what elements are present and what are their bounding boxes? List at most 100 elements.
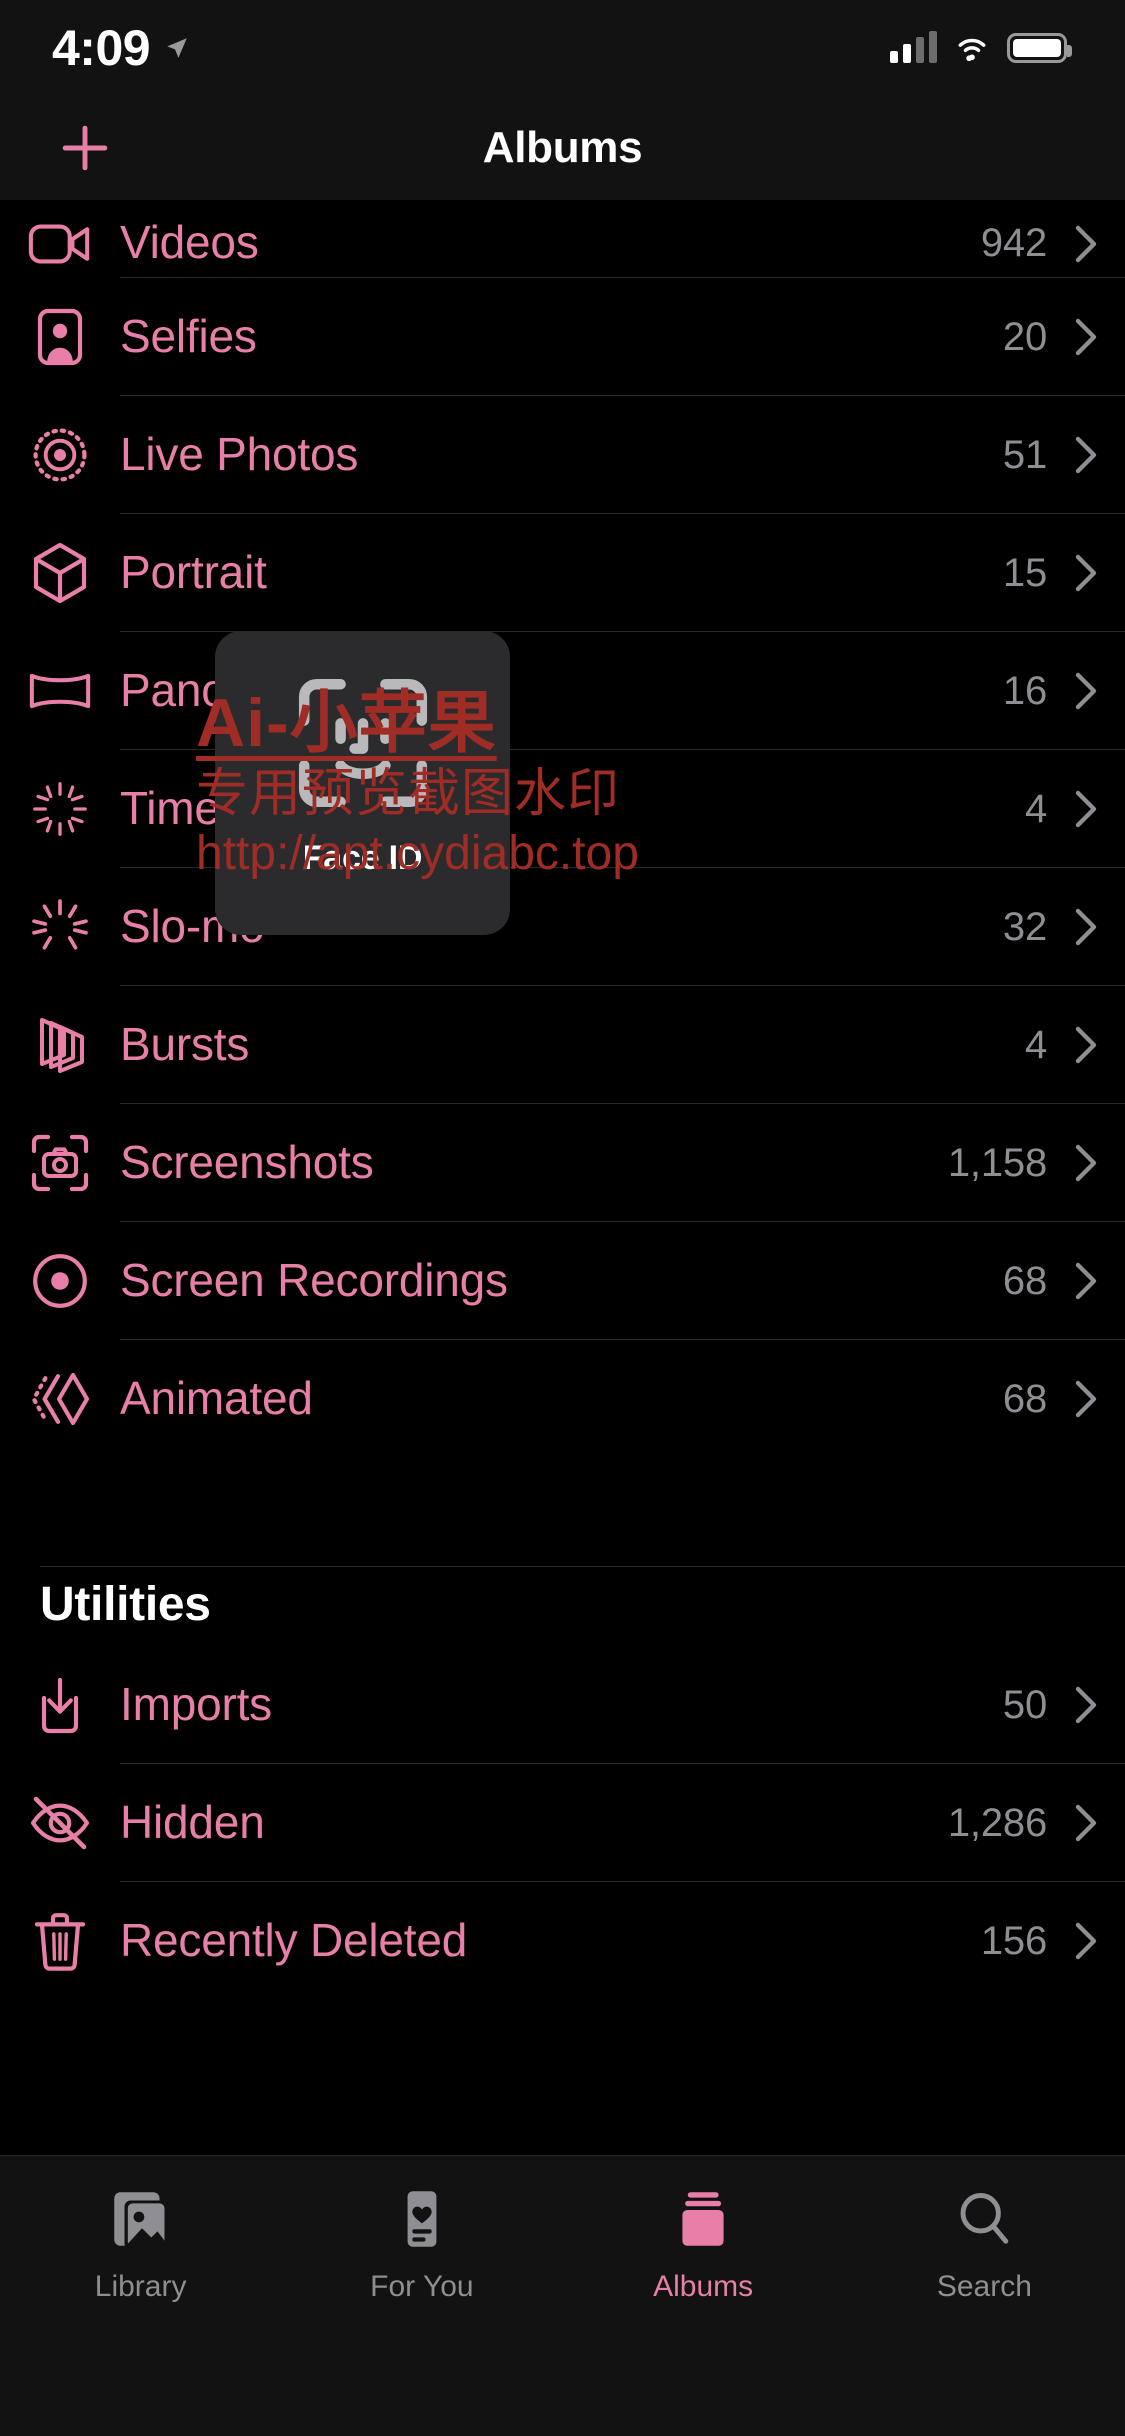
status-bar-right [890,31,1072,63]
faceid-bracket-icon [298,678,427,808]
add-album-button[interactable] [30,96,140,200]
list-item-label: Animated [120,1371,313,1424]
chevron-right-icon [1069,671,1125,711]
magnifier-icon [949,2182,1019,2256]
list-item-label: Videos [120,216,259,269]
albums-list[interactable]: Videos 942 Selfies 20 Live Photos 51 Por… [0,200,1125,2155]
list-item-count: 4 [1024,1022,1047,1067]
face-id-dialog: Face ID [215,631,510,935]
list-item-panoramas[interactable]: Panoramas 16 [0,632,1125,750]
tab-bar: Library For You Albums Search [0,2155,1125,2436]
list-item-label: Imports [120,1677,272,1730]
list-item-label: Screen Recordings [120,1253,508,1306]
list-item-count: 1,286 [947,1800,1047,1845]
cube-icon [0,541,120,605]
timelapse-icon [0,778,120,840]
eye-slash-icon [0,1796,120,1850]
location-arrow-icon [167,38,187,58]
list-item-count: 68 [1002,1376,1047,1421]
list-item-count: 16 [1002,668,1047,713]
list-item-selfies[interactable]: Selfies 20 [0,278,1125,396]
tab-albums[interactable]: Albums [563,2182,844,2304]
cellular-bars-icon [890,31,937,63]
tab-for-you[interactable]: For You [281,2182,562,2304]
live-photos-icon [0,424,120,486]
chevron-right-icon [1069,1685,1125,1725]
selfies-person-icon [0,307,120,367]
bursts-icon [0,1014,120,1076]
panorama-icon [0,669,120,713]
list-item-bursts[interactable]: Bursts 4 [0,986,1125,1104]
list-item-screenshots[interactable]: Screenshots 1,158 [0,1104,1125,1222]
list-item-count: 4 [1024,786,1047,831]
status-bar-clock: 4:09 [52,20,151,76]
slomo-icon [0,896,120,958]
tab-label: Albums [653,2270,754,2303]
list-item-label: Live Photos [120,427,359,480]
wifi-icon [958,38,986,62]
chevron-right-icon [1069,1025,1125,1065]
chevron-right-icon [1069,1379,1125,1419]
list-item-animated[interactable]: Animated 68 [0,1340,1125,1458]
for-you-card-icon [387,2182,457,2256]
battery-icon [1007,33,1072,63]
list-item-label: Selfies [120,309,257,362]
section-gap [0,1458,1125,1520]
tab-label: Library [94,2270,187,2303]
chevron-right-icon [1069,317,1125,357]
list-item-time-lapse[interactable]: Time-lapse 4 [0,750,1125,868]
list-item-portrait[interactable]: Portrait 15 [0,514,1125,632]
list-item-count: 32 [1002,904,1047,949]
status-bar-left: 4:09 [52,23,190,73]
list-item-count: 942 [980,221,1047,266]
trash-icon [0,1910,120,1972]
list-item-label: Hidden [120,1795,265,1848]
list-item-count: 1,158 [947,1140,1047,1185]
list-item-videos[interactable]: Videos 942 [0,200,1125,278]
chevron-right-icon [1069,789,1125,829]
face-id-label: Face ID [302,839,423,877]
chevron-right-icon [1069,553,1125,593]
list-item-label: Bursts [120,1017,250,1070]
tab-search[interactable]: Search [844,2182,1125,2304]
section-divider [40,1566,1125,1567]
list-item-recently-deleted[interactable]: Recently Deleted 156 [0,1882,1125,2000]
chevron-right-icon [1069,1143,1125,1183]
section-header-utilities: Utilities [0,1520,1125,1646]
screen-recording-icon [0,1251,120,1311]
list-item-count: 68 [1002,1258,1047,1303]
screenshot-camera-icon [0,1133,120,1193]
chevron-right-icon [1069,907,1125,947]
video-camera-icon [0,218,120,270]
import-tray-icon [0,1674,120,1736]
chevron-right-icon [1069,1921,1125,1961]
chevron-right-icon [1069,435,1125,475]
list-item-count: 50 [1002,1682,1047,1727]
chevron-right-icon [1069,1803,1125,1843]
page-title: Albums [482,123,643,172]
tab-label: Search [936,2270,1032,2303]
photos-library-icon [106,2182,176,2256]
status-bar: 4:09 [0,0,1125,96]
list-item-screen-recordings[interactable]: Screen Recordings 68 [0,1222,1125,1340]
list-item-count: 20 [1002,314,1047,359]
list-item-live-photos[interactable]: Live Photos 51 [0,396,1125,514]
section-title: Utilities [40,1578,211,1631]
list-item-hidden[interactable]: Hidden 1,286 [0,1764,1125,1882]
chevron-right-icon [1069,224,1125,264]
list-item-slo-mo[interactable]: Slo-mo 32 [0,868,1125,986]
list-item-imports[interactable]: Imports 50 [0,1646,1125,1764]
tab-label: For You [370,2270,474,2303]
list-item-count: 15 [1002,550,1047,595]
albums-stack-icon [668,2182,738,2256]
tab-library[interactable]: Library [0,2182,281,2304]
chevron-right-icon [1069,1261,1125,1301]
list-item-label: Recently Deleted [120,1913,468,1966]
animated-icon [0,1367,120,1431]
list-item-count: 156 [980,1918,1047,1963]
navigation-bar: Albums [0,96,1125,200]
plus-icon [62,125,108,171]
list-item-count: 51 [1002,432,1047,477]
list-item-label: Portrait [120,545,267,598]
list-item-label: Screenshots [120,1135,374,1188]
